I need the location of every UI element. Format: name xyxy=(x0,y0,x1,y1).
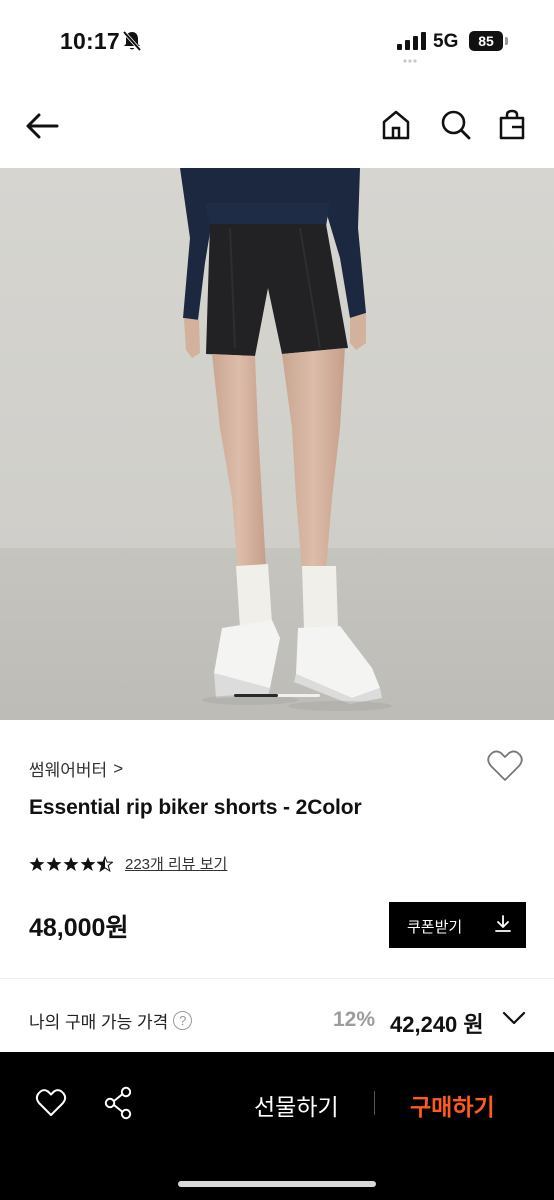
cart-button[interactable] xyxy=(492,104,532,146)
product-detail-page: 10:17 5G 85 썸웨어버터 > Essential rip biker … xyxy=(0,0,554,1200)
search-icon xyxy=(441,110,471,140)
battery-tip xyxy=(505,37,508,45)
product-image[interactable] xyxy=(0,168,554,720)
product-name: Essential rip biker shorts - 2Color xyxy=(29,796,362,819)
brand-name: 썸웨어버터 xyxy=(29,761,108,780)
battery-indicator: 85 xyxy=(469,31,503,51)
my-price-label: 나의 구매 가능 가격 xyxy=(29,1013,169,1032)
home-icon xyxy=(382,110,410,140)
discount-rate: 12% xyxy=(333,1008,376,1031)
home-indicator xyxy=(178,1181,376,1187)
status-bar: 10:17 5G 85 xyxy=(0,0,554,84)
star-icon xyxy=(29,856,45,871)
gift-button[interactable]: 선물하기 xyxy=(254,1088,339,1122)
rating-row: 223개 리뷰 보기 xyxy=(29,853,227,874)
wishlist-heart-icon[interactable] xyxy=(486,749,524,783)
product-price: 48,000원 xyxy=(29,914,129,942)
coupon-button[interactable]: 쿠폰받기 xyxy=(389,902,526,948)
back-button[interactable] xyxy=(22,106,62,146)
section-divider xyxy=(0,978,554,979)
brand-link[interactable]: 썸웨어버터 > xyxy=(29,756,123,781)
network-type: 5G xyxy=(433,31,459,52)
help-icon[interactable]: ? xyxy=(173,1011,193,1030)
page-dots-icon xyxy=(403,59,417,63)
half-star-icon xyxy=(97,855,113,872)
chevron-right-icon: > xyxy=(113,758,124,778)
star-icon xyxy=(80,856,96,871)
final-price: 42,240 원 xyxy=(390,1012,484,1037)
shopping-bag-icon xyxy=(499,109,525,140)
share-icon[interactable] xyxy=(104,1086,134,1120)
bottom-action-bar xyxy=(0,1052,554,1200)
signal-icon xyxy=(397,32,426,50)
heart-icon[interactable] xyxy=(35,1088,67,1118)
image-pager-active xyxy=(234,694,278,697)
bell-muted-icon xyxy=(122,30,142,52)
top-nav-bar xyxy=(0,84,554,168)
buy-button[interactable]: 구매하기 xyxy=(410,1088,495,1122)
my-price-label-row: 나의 구매 가능 가격 ? xyxy=(29,1008,193,1033)
star-icon xyxy=(63,856,79,871)
bottom-bar-divider xyxy=(374,1091,375,1115)
review-link[interactable]: 223개 리뷰 보기 xyxy=(125,853,227,874)
coupon-label: 쿠폰받기 xyxy=(407,919,463,936)
search-button[interactable] xyxy=(436,104,476,146)
status-time: 10:17 xyxy=(60,28,120,54)
star-rating xyxy=(29,855,113,872)
chevron-down-icon[interactable] xyxy=(502,1010,526,1026)
star-icon xyxy=(46,856,62,871)
product-photo xyxy=(0,168,554,720)
home-button[interactable] xyxy=(376,104,416,146)
download-icon xyxy=(495,915,511,932)
arrow-left-icon xyxy=(26,113,59,139)
